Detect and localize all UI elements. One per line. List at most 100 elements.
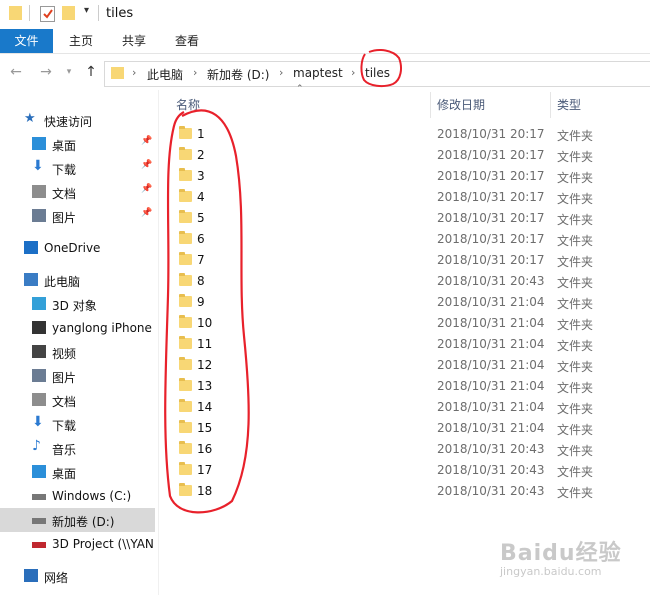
breadcrumb-separator[interactable]: › [193,66,197,79]
folder-icon [179,378,192,391]
file-row[interactable]: 13 2018/10/31 21:04 文件夹 [160,376,650,397]
sidebar-item[interactable]: 3D Project (\\YAN [0,532,155,556]
folder-icon [179,483,192,496]
file-row[interactable]: 5 2018/10/31 20:17 文件夹 [160,208,650,229]
sidebar-item[interactable]: yanglong iPhone [0,316,155,340]
sidebar-item[interactable]: 文档 📌 [0,180,155,204]
file-date: 2018/10/31 20:17 [437,190,545,204]
file-row[interactable]: 7 2018/10/31 20:17 文件夹 [160,250,650,271]
breadcrumb-separator[interactable]: › [351,66,355,79]
file-row[interactable]: 17 2018/10/31 20:43 文件夹 [160,460,650,481]
pin-icon[interactable]: 📌 [141,184,152,194]
breadcrumb-separator[interactable]: › [132,66,136,79]
breadcrumb-separator[interactable]: › [279,66,283,79]
divider [98,5,99,21]
video-icon [32,345,46,358]
sidebar-item-label: yanglong iPhone [52,321,152,335]
download-icon: ⬇ [32,158,44,174]
breadcrumb-tiles[interactable]: tiles [365,66,390,80]
new-folder-icon[interactable] [62,6,75,20]
breadcrumb-this-pc[interactable]: 此电脑 [147,66,183,83]
sidebar-item[interactable]: 桌面 📌 [0,132,155,156]
sidebar-item[interactable]: 新加卷 (D:) [0,508,155,532]
file-name: 8 [197,274,205,288]
file-name: 7 [197,253,205,267]
file-name: 9 [197,295,205,309]
tab-home[interactable]: 主页 [60,29,102,53]
tab-file[interactable]: 文件 [0,29,53,53]
file-row[interactable]: 4 2018/10/31 20:17 文件夹 [160,187,650,208]
file-date: 2018/10/31 20:17 [437,127,545,141]
recent-locations-icon[interactable]: ▾ [60,63,78,81]
breadcrumb-drive-d[interactable]: 新加卷 (D:) [207,66,269,83]
folder-icon [179,210,192,223]
breadcrumb-maptest[interactable]: maptest [293,66,343,80]
sidebar-item[interactable]: ♪ 音乐 [0,436,155,460]
file-date: 2018/10/31 21:04 [437,358,545,372]
pin-icon[interactable]: 📌 [141,208,152,218]
sidebar-item[interactable]: ★ 快速访问 [0,108,155,132]
folder-icon [179,168,192,181]
network-icon [24,569,38,582]
file-row[interactable]: 15 2018/10/31 21:04 文件夹 [160,418,650,439]
column-separator[interactable] [430,92,431,118]
sidebar-item[interactable]: 视频 [0,340,155,364]
forward-arrow-icon[interactable]: → [37,63,55,81]
sidebar-item[interactable]: ⬇ 下载 [0,412,155,436]
file-type: 文件夹 [557,129,594,143]
up-arrow-icon[interactable]: ↑ [82,63,100,81]
sidebar-item[interactable]: 网络 [0,564,155,588]
sidebar-item[interactable]: Windows (C:) [0,484,155,508]
file-name: 6 [197,232,205,246]
file-row[interactable]: 9 2018/10/31 21:04 文件夹 [160,292,650,313]
file-row[interactable]: 10 2018/10/31 21:04 文件夹 [160,313,650,334]
pane-divider[interactable] [158,90,159,595]
tab-view[interactable]: 查看 [166,29,208,53]
document-icon [32,393,46,406]
sidebar-item[interactable]: 桌面 [0,460,155,484]
sidebar-item[interactable]: ⬇ 下载 📌 [0,156,155,180]
column-header-type[interactable]: 类型 [557,96,581,113]
file-date: 2018/10/31 20:17 [437,253,545,267]
customize-quick-access-icon[interactable]: ▾ [84,5,89,16]
address-bar[interactable]: › 此电脑 › 新加卷 (D:) › maptest › tiles [104,61,650,87]
watermark-url: jingyan.baidu.com [500,565,602,578]
sidebar-item-label: OneDrive [44,241,101,255]
file-row[interactable]: 12 2018/10/31 21:04 文件夹 [160,355,650,376]
file-row[interactable]: 6 2018/10/31 20:17 文件夹 [160,229,650,250]
file-row[interactable]: 18 2018/10/31 20:43 文件夹 [160,481,650,502]
file-row[interactable]: 2 2018/10/31 20:17 文件夹 [160,145,650,166]
properties-icon[interactable] [40,6,55,22]
file-row[interactable]: 8 2018/10/31 20:43 文件夹 [160,271,650,292]
sidebar-item-label: 桌面 [52,467,77,481]
file-date: 2018/10/31 20:43 [437,442,545,456]
pin-icon[interactable]: 📌 [141,160,152,170]
column-header-name[interactable]: 名称 [176,96,200,113]
tab-share[interactable]: 共享 [113,29,155,53]
file-name: 13 [197,379,213,393]
folder-icon [179,252,192,265]
column-separator[interactable] [550,92,551,118]
file-row[interactable]: 14 2018/10/31 21:04 文件夹 [160,397,650,418]
file-date: 2018/10/31 20:43 [437,274,545,288]
folder-icon[interactable] [9,6,22,20]
file-row[interactable]: 16 2018/10/31 20:43 文件夹 [160,439,650,460]
sidebar-item-label: 网络 [44,571,69,585]
pin-icon[interactable]: 📌 [141,136,152,146]
folder-icon [179,420,192,433]
file-row[interactable]: 1 2018/10/31 20:17 文件夹 [160,124,650,145]
sidebar-item[interactable]: 此电脑 [0,268,155,292]
sidebar-item[interactable]: 图片 📌 [0,204,155,228]
file-name: 4 [197,190,205,204]
file-row[interactable]: 3 2018/10/31 20:17 文件夹 [160,166,650,187]
folder-icon [179,336,192,349]
column-header-date[interactable]: 修改日期 [437,96,485,113]
sidebar-item[interactable]: OneDrive [0,236,155,260]
sidebar-item[interactable]: 文档 [0,388,155,412]
file-date: 2018/10/31 20:43 [437,484,545,498]
sidebar-item[interactable]: 图片 [0,364,155,388]
sidebar-item[interactable]: 3D 对象 [0,292,155,316]
file-date: 2018/10/31 21:04 [437,316,545,330]
back-arrow-icon[interactable]: ← [7,63,25,81]
file-row[interactable]: 11 2018/10/31 21:04 文件夹 [160,334,650,355]
